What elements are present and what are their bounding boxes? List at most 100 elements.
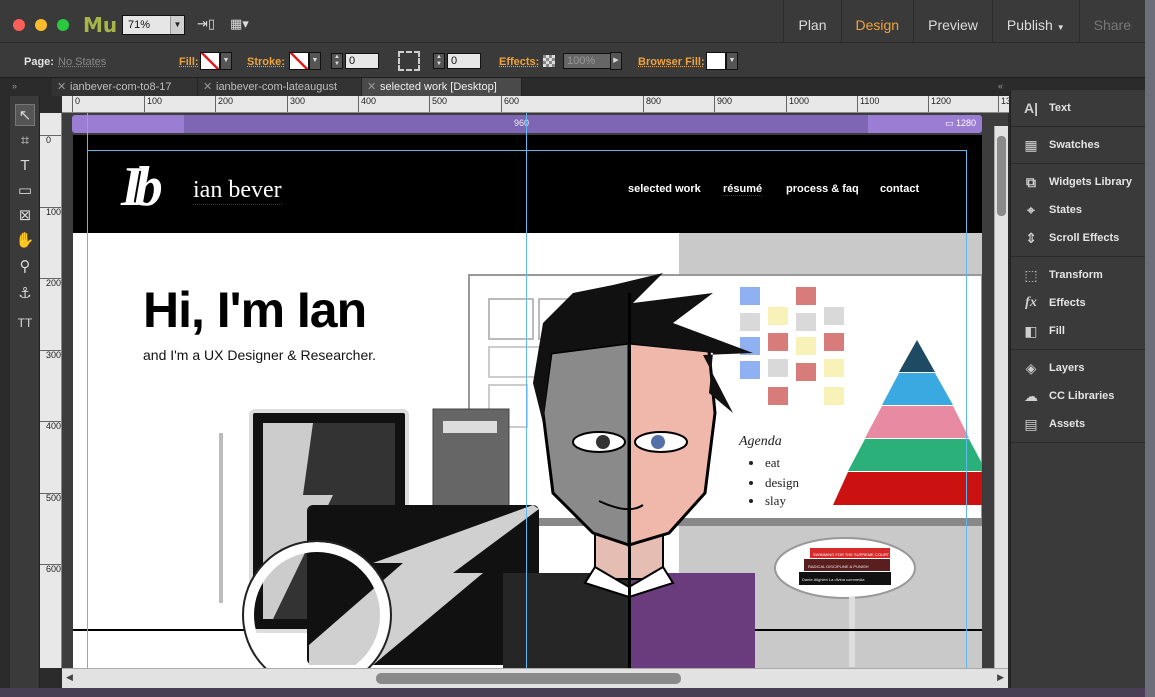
zoom-tool-icon[interactable]: ⚲ (15, 256, 35, 278)
panel-scroll-effects[interactable]: ⇕ Scroll Effects (1011, 224, 1145, 252)
sticky-note (824, 307, 844, 325)
close-icon[interactable]: ✕ (367, 78, 376, 96)
text-tool-icon[interactable]: T (15, 155, 35, 177)
character-pupil-left (596, 435, 610, 449)
tab-ianbever-to8-17[interactable]: ✕ ianbever-com-to8-17 (52, 78, 198, 96)
selection-tool-icon[interactable]: ↖ (15, 104, 35, 126)
nav-contact[interactable]: contact (880, 183, 919, 195)
ruler-tick: 1100 (857, 96, 879, 112)
nav-process-faq[interactable]: process & faq (786, 183, 859, 195)
panel-label: Text (1049, 102, 1071, 114)
crop-tool-icon[interactable]: ⌗ (15, 130, 35, 152)
fill-swatch[interactable] (200, 52, 220, 70)
stroke-swatch[interactable] (289, 52, 309, 70)
close-icon[interactable]: ✕ (203, 78, 212, 96)
breakpoint-max[interactable]: ▭ 1280 (945, 118, 976, 129)
desk-ledge (469, 518, 982, 526)
panel-label: Assets (1049, 418, 1086, 430)
panel-swatches[interactable]: ▦ Swatches (1011, 131, 1145, 159)
agenda-bullet (749, 499, 753, 503)
horizontal-scroll-thumb[interactable] (376, 673, 681, 684)
panel-label: Layers (1049, 362, 1085, 374)
sticky-note (768, 359, 788, 377)
text-frame-toggle-icon[interactable]: TT (15, 312, 35, 334)
chevron-left-icon[interactable]: ◀ (66, 672, 73, 683)
chevron-down-icon[interactable]: ▼ (220, 52, 232, 70)
view-mode-icon[interactable]: ▦▾ (230, 16, 249, 32)
table-leg (849, 597, 855, 667)
tab-selected-work[interactable]: ✕ selected work [Desktop] (362, 78, 522, 96)
stroke-label[interactable]: Stroke: (247, 56, 285, 68)
chevron-right-icon[interactable]: ▶ (997, 672, 1004, 683)
design-canvas[interactable]: 960 ▭ 1280 Ib ian bever selected work ré… (62, 113, 1008, 668)
image-frame-tool-icon[interactable]: ⊠ (15, 205, 35, 227)
preview-page-icon[interactable]: ⇥▯ (197, 16, 215, 32)
panel-layers[interactable]: ◈ Layers (1011, 354, 1145, 382)
site-header[interactable]: Ib ian bever selected work résumé proces… (73, 135, 982, 233)
corner-radius-input[interactable]: 0 (447, 53, 481, 69)
ruler-tick: 600 (501, 96, 519, 112)
panel-widgets-library[interactable]: ⧉ Widgets Library (1011, 168, 1145, 196)
anchor-tool-icon[interactable]: ⚓ (15, 283, 35, 305)
tab-ianbever-lateaugust[interactable]: ✕ ianbever-com-lateaugust (198, 78, 362, 96)
hero-subtitle[interactable]: and I'm a UX Designer & Researcher. (143, 347, 376, 363)
site-brand[interactable]: ian bever (193, 177, 282, 205)
page-artboard[interactable]: Ib ian bever selected work résumé proces… (73, 135, 982, 668)
horizontal-scrollbar[interactable]: ◀ ▶ (62, 668, 1008, 688)
browser-fill-label[interactable]: Browser Fill: (638, 56, 705, 68)
hero-title[interactable]: Hi, I'm Ian (143, 281, 367, 339)
agenda-title: Agenda (738, 434, 782, 449)
guide-line[interactable] (87, 113, 88, 668)
ruler-tick: 1000 (786, 96, 809, 112)
panel-assets[interactable]: ▤ Assets (1011, 410, 1145, 438)
fill-icon: ◧ (1024, 322, 1038, 339)
ruler-tick: 100 (40, 207, 61, 217)
chevron-down-icon: ▼ (1056, 23, 1065, 32)
close-window-button[interactable] (13, 19, 25, 31)
ruler-tick: 300 (40, 350, 61, 360)
vertical-scroll-thumb[interactable] (997, 136, 1006, 216)
vertical-scrollbar[interactable] (994, 126, 1008, 668)
panel-transform[interactable]: ⬚ Transform (1011, 261, 1145, 289)
guide-line[interactable] (526, 113, 527, 668)
sticky-note (796, 337, 816, 355)
assets-icon: ▤ (1024, 415, 1038, 432)
site-monogram-logo[interactable]: Ib (121, 155, 163, 219)
page-states-value[interactable]: No States (58, 56, 106, 68)
fill-label[interactable]: Fill: (179, 56, 199, 68)
rectangle-tool-icon[interactable]: ▭ (15, 180, 35, 202)
breakpoint-bar[interactable]: 960 ▭ 1280 (72, 115, 982, 133)
panel-effects[interactable]: fx Effects (1011, 289, 1145, 317)
hand-tool-icon[interactable]: ✋ (15, 230, 35, 252)
effects-label[interactable]: Effects: (499, 56, 539, 68)
vertical-ruler: 0 100 200 300 400 500 600 (40, 113, 62, 668)
panel-collapse-icon[interactable]: « (998, 81, 1003, 91)
panel-fill[interactable]: ◧ Fill (1011, 317, 1145, 345)
swatches-icon: ▦ (1024, 136, 1038, 153)
stroke-width-input[interactable]: 0 (345, 53, 379, 69)
panel-group: ⬚ Transform fx Effects ◧ Fill (1011, 257, 1145, 350)
mode-publish-label: Publish (1006, 17, 1053, 33)
stroke-stepper[interactable]: ▲ ▼ (331, 53, 343, 69)
close-icon[interactable]: ✕ (57, 78, 66, 96)
panel-collapse-icon[interactable]: » (12, 81, 17, 91)
chevron-down-icon[interactable]: ▼ (726, 52, 738, 70)
zoom-window-button[interactable] (57, 19, 69, 31)
tab-label: selected work [Desktop] (380, 81, 497, 93)
pyramid-tier (833, 472, 982, 505)
browser-fill-swatch[interactable] (706, 52, 726, 70)
agenda-bullet (749, 481, 753, 485)
character-split-line (628, 293, 631, 668)
corner-stepper[interactable]: ▲ ▼ (433, 53, 445, 69)
nav-resume[interactable]: résumé (723, 183, 763, 196)
chevron-down-icon[interactable]: ▼ (309, 52, 321, 70)
minimize-window-button[interactable] (35, 19, 47, 31)
character-pupil-right (651, 435, 665, 449)
panel-states[interactable]: ⌖ States (1011, 196, 1145, 224)
panel-text[interactable]: A| Text (1011, 94, 1145, 122)
document-tabs: » « ✕ ianbever-com-to8-17 ✕ ianbever-com… (0, 78, 1010, 96)
ruler-tick: 200 (40, 278, 61, 288)
panel-cc-libraries[interactable]: ☁ CC Libraries (1011, 382, 1145, 410)
nav-selected-work[interactable]: selected work (628, 183, 701, 195)
zoom-dropdown[interactable]: 71% ▼ (122, 15, 185, 35)
